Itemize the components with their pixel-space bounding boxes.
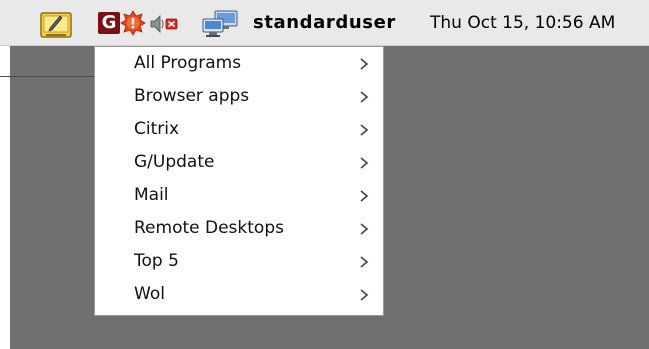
clock[interactable]: Thu Oct 15, 10:56 AM <box>430 12 615 34</box>
menu-item-label: Browser apps <box>134 86 250 106</box>
menu-item-label: Top 5 <box>134 251 179 271</box>
chevron-right-icon <box>357 113 371 146</box>
chevron-right-icon <box>357 146 371 179</box>
menu-list: All Programs Browser apps Citrix G/Updat… <box>95 47 383 311</box>
menu-item-label: Remote Desktops <box>134 218 284 238</box>
notes-icon-graphic <box>40 12 72 38</box>
chevron-right-icon <box>357 80 371 113</box>
applications-menu: All Programs Browser apps Citrix G/Updat… <box>94 46 384 316</box>
volume-muted-icon[interactable] <box>149 13 179 35</box>
menu-item-label: All Programs <box>134 53 242 73</box>
chevron-right-icon <box>357 179 371 212</box>
volume-muted-icon-graphic <box>150 15 178 33</box>
menu-item-browser-apps[interactable]: Browser apps <box>95 80 383 113</box>
chevron-right-icon <box>357 212 371 245</box>
alert-icon[interactable] <box>120 10 146 36</box>
chevron-right-icon <box>357 278 371 311</box>
menu-connector-line <box>0 76 94 77</box>
top-panel: G standarduser Thu Oct 15, 10:56 AM <box>0 0 649 46</box>
menu-item-g-update[interactable]: G/Update <box>95 146 383 179</box>
menu-item-label: Citrix <box>134 119 180 139</box>
menu-item-all-programs[interactable]: All Programs <box>95 47 383 80</box>
menu-item-mail[interactable]: Mail <box>95 179 383 212</box>
menu-item-top-5[interactable]: Top 5 <box>95 245 383 278</box>
network-icon[interactable] <box>201 10 241 38</box>
network-icon-graphic <box>202 10 238 37</box>
g-app-icon[interactable]: G <box>98 12 120 34</box>
menu-item-label: Mail <box>134 185 169 205</box>
menu-item-remote-desktops[interactable]: Remote Desktops <box>95 212 383 245</box>
menu-item-wol[interactable]: Wol <box>95 278 383 311</box>
chevron-right-icon <box>357 47 371 80</box>
menu-item-citrix[interactable]: Citrix <box>95 113 383 146</box>
chevron-right-icon <box>357 245 371 278</box>
username-label[interactable]: standarduser <box>253 12 396 34</box>
menu-item-label: Wol <box>134 284 165 304</box>
menu-item-label: G/Update <box>134 152 215 172</box>
notes-icon[interactable] <box>40 12 72 38</box>
alert-icon-graphic <box>120 10 146 36</box>
